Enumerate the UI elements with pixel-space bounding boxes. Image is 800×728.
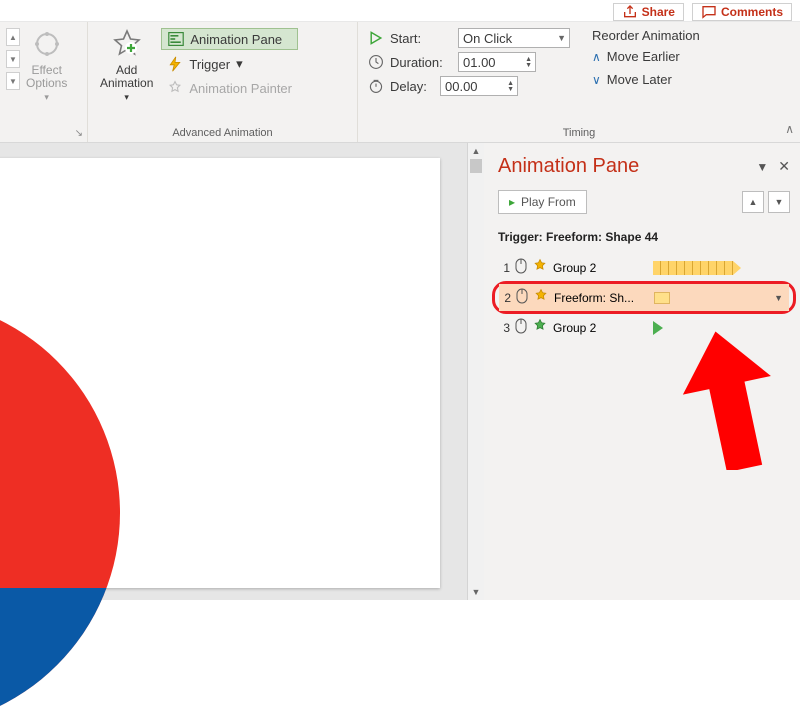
trigger-button[interactable]: Trigger ▾ bbox=[161, 54, 298, 74]
highlight-outline: 2 Freeform: Sh... ▼ bbox=[492, 281, 796, 314]
gallery-more[interactable]: ▼ bbox=[6, 72, 20, 90]
ribbon-collapse-button[interactable]: ∧ bbox=[785, 122, 794, 136]
animation-pane-button[interactable]: Animation Pane bbox=[161, 28, 298, 50]
start-value: On Click bbox=[463, 31, 512, 46]
timing-bar[interactable] bbox=[653, 321, 663, 335]
item-number: 3 bbox=[500, 321, 510, 335]
workspace: ▲ ▼ Animation Pane ▼ ✕ ▸ Play From ▲ ▼ T… bbox=[0, 143, 800, 600]
group-label-advanced: Advanced Animation bbox=[94, 127, 351, 141]
delay-label: Delay: bbox=[390, 79, 434, 94]
add-animation-icon bbox=[111, 28, 143, 62]
start-select[interactable]: On Click ▼ bbox=[458, 28, 570, 48]
gallery-down[interactable]: ▼ bbox=[6, 50, 20, 68]
group-label-effect bbox=[6, 139, 81, 141]
vertical-scrollbar[interactable]: ▲ ▼ bbox=[467, 143, 484, 600]
timing-bar[interactable] bbox=[654, 292, 670, 304]
comments-label: Comments bbox=[721, 5, 783, 19]
mouse-icon bbox=[515, 258, 527, 277]
scroll-thumb[interactable] bbox=[470, 159, 482, 173]
comment-icon bbox=[701, 4, 717, 20]
animation-pane-label: Animation Pane bbox=[190, 32, 282, 47]
play-from-label: Play From bbox=[521, 195, 576, 209]
duration-value: 01.00 bbox=[463, 55, 496, 70]
timing-bar[interactable] bbox=[653, 261, 741, 275]
clock-delay-icon bbox=[368, 78, 384, 94]
scroll-down-icon[interactable]: ▼ bbox=[468, 584, 484, 600]
item-number: 2 bbox=[501, 291, 511, 305]
move-earlier-label: Move Earlier bbox=[607, 49, 680, 64]
move-down-button[interactable]: ▼ bbox=[768, 191, 790, 213]
pane-title: Animation Pane bbox=[498, 155, 639, 178]
chevron-down-icon: ▾ bbox=[124, 92, 129, 103]
duration-spinner[interactable]: 01.00 ▲▼ bbox=[458, 52, 536, 72]
scroll-up-icon[interactable]: ▲ bbox=[468, 143, 484, 159]
entrance-star-icon bbox=[532, 318, 548, 337]
painter-star-icon bbox=[167, 80, 183, 96]
trigger-label: Trigger bbox=[189, 57, 230, 72]
animation-item-2-selected[interactable]: 2 Freeform: Sh... ▼ bbox=[499, 284, 789, 311]
animation-painter-button: Animation Painter bbox=[161, 78, 298, 98]
slide-canvas[interactable] bbox=[0, 158, 440, 588]
animation-pane: Animation Pane ▼ ✕ ▸ Play From ▲ ▼ Trigg… bbox=[484, 143, 800, 600]
spin-down-icon[interactable]: ▼ bbox=[507, 87, 514, 92]
animation-item-1[interactable]: 1 Group 2 bbox=[498, 254, 790, 281]
animation-pane-icon bbox=[168, 31, 184, 47]
pane-options-button[interactable]: ▼ bbox=[756, 160, 768, 174]
reorder-title: Reorder Animation bbox=[592, 28, 700, 43]
delay-value: 00.00 bbox=[445, 79, 478, 94]
emphasis-star-icon bbox=[533, 288, 549, 307]
add-animation-button[interactable]: AddAnimation ▾ bbox=[94, 26, 159, 105]
chevron-down-icon: ▼ bbox=[557, 33, 566, 43]
item-dropdown-icon[interactable]: ▼ bbox=[774, 293, 787, 303]
spin-up-icon[interactable]: ▲ bbox=[525, 57, 532, 62]
effect-options-button: EffectOptions ▾ bbox=[20, 26, 73, 105]
trigger-header: Trigger: Freeform: Shape 44 bbox=[498, 224, 790, 244]
move-later-label: Move Later bbox=[607, 72, 672, 87]
share-icon bbox=[622, 4, 638, 20]
start-label: Start: bbox=[390, 31, 452, 46]
chevron-down-icon: ▾ bbox=[236, 56, 243, 72]
play-icon: ▸ bbox=[509, 195, 515, 209]
play-start-icon bbox=[368, 30, 384, 46]
effect-options-icon bbox=[31, 28, 63, 62]
animation-painter-label: Animation Painter bbox=[189, 81, 292, 96]
ribbon: ▲ ▼ ▼ EffectOptions ▾ ↘ AddAnimation bbox=[0, 21, 800, 143]
add-animation-label: AddAnimation bbox=[100, 64, 153, 90]
item-label: Freeform: Sh... bbox=[554, 291, 649, 305]
item-number: 1 bbox=[500, 261, 510, 275]
lightning-icon bbox=[167, 56, 183, 72]
share-label: Share bbox=[642, 5, 675, 19]
group-label-timing: Timing bbox=[364, 127, 794, 141]
emphasis-star-icon bbox=[532, 258, 548, 277]
freeform-shape[interactable] bbox=[0, 298, 120, 728]
move-earlier-button[interactable]: ∧ Move Earlier bbox=[592, 47, 700, 66]
share-button[interactable]: Share bbox=[613, 3, 684, 21]
close-icon[interactable]: ✕ bbox=[778, 158, 790, 175]
animation-list: 1 Group 2 2 Freeform: Sh... ▼ bbox=[498, 254, 790, 341]
delay-spinner[interactable]: 00.00 ▲▼ bbox=[440, 76, 518, 96]
move-later-button[interactable]: ∨ Move Later bbox=[592, 70, 700, 89]
mouse-icon bbox=[516, 288, 528, 307]
chevron-down-icon: ▾ bbox=[44, 92, 49, 103]
item-label: Group 2 bbox=[553, 321, 648, 335]
animation-item-3[interactable]: 3 Group 2 bbox=[498, 314, 790, 341]
slide-area[interactable] bbox=[0, 143, 467, 600]
item-label: Group 2 bbox=[553, 261, 648, 275]
clock-icon bbox=[368, 54, 384, 70]
dialog-launcher-icon[interactable]: ↘ bbox=[75, 128, 83, 139]
chevron-down-icon: ∨ bbox=[592, 73, 601, 87]
spin-up-icon[interactable]: ▲ bbox=[507, 81, 514, 86]
comments-button[interactable]: Comments bbox=[692, 3, 792, 21]
mouse-icon bbox=[515, 318, 527, 337]
duration-label: Duration: bbox=[390, 55, 452, 70]
gallery-up[interactable]: ▲ bbox=[6, 28, 20, 46]
move-up-button[interactable]: ▲ bbox=[742, 191, 764, 213]
chevron-up-icon: ∧ bbox=[592, 50, 601, 64]
play-from-button[interactable]: ▸ Play From bbox=[498, 190, 587, 214]
spin-down-icon[interactable]: ▼ bbox=[525, 63, 532, 68]
effect-options-label: EffectOptions bbox=[26, 64, 67, 90]
